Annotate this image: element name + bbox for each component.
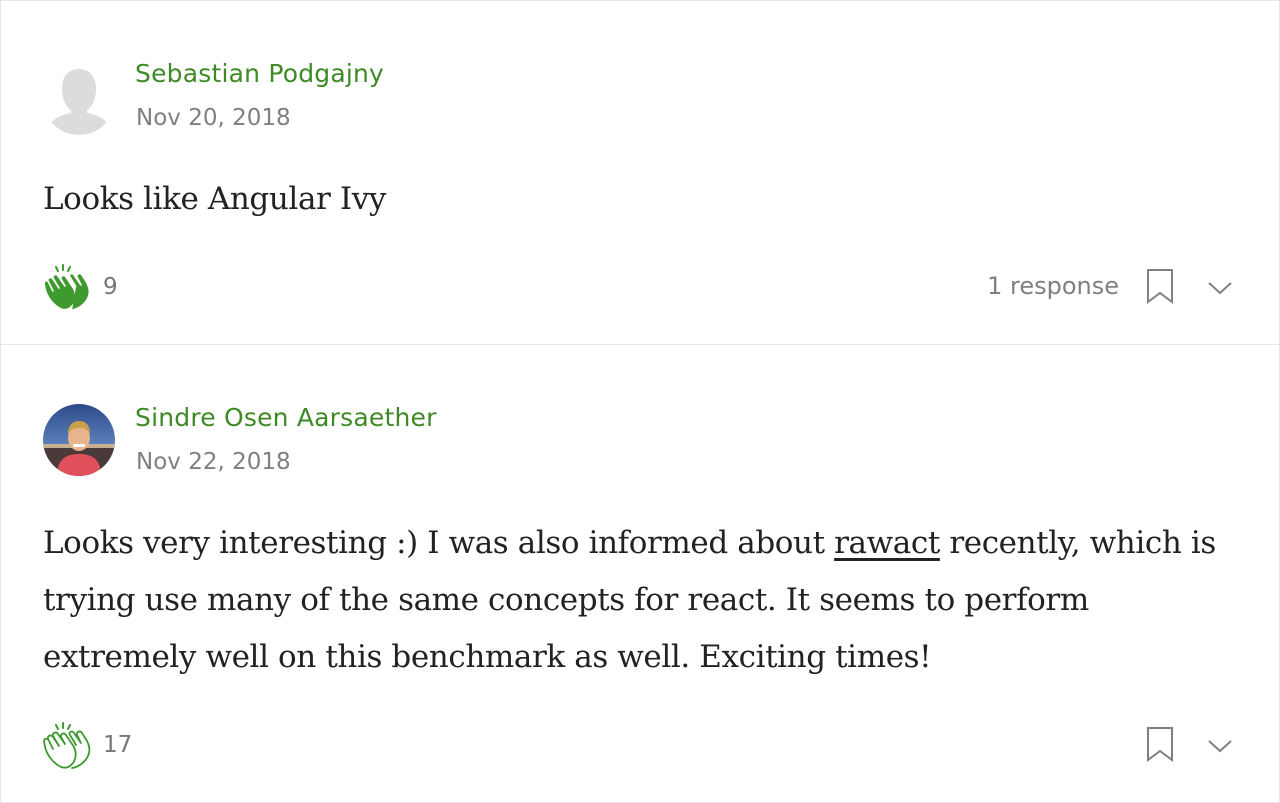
avatar[interactable]	[43, 404, 115, 476]
bookmark-icon[interactable]	[1145, 267, 1175, 305]
user-photo	[43, 404, 115, 476]
response-body: Looks like Angular Ivy	[43, 181, 386, 217]
chevron-down-icon[interactable]	[1205, 273, 1235, 303]
response-date[interactable]: Nov 22, 2018	[136, 449, 291, 475]
clap-outline-icon[interactable]	[41, 717, 95, 771]
responses-list: Sebastian Podgajny Nov 20, 2018 Looks li…	[0, 0, 1280, 803]
clap-count: 17	[103, 732, 133, 758]
rawact-link[interactable]: rawact	[834, 525, 940, 561]
bookmark-icon[interactable]	[1145, 725, 1175, 763]
author-name[interactable]: Sindre Osen Aarsaether	[135, 403, 437, 432]
default-user-icon	[43, 63, 115, 135]
response-count-link[interactable]: 1 response	[987, 272, 1119, 300]
clap-count: 9	[103, 274, 118, 300]
clap-filled-icon[interactable]	[41, 259, 95, 313]
response-date[interactable]: Nov 20, 2018	[136, 105, 291, 131]
author-name[interactable]: Sebastian Podgajny	[135, 59, 384, 88]
body-text-start: Looks very interesting :) I was also inf…	[43, 525, 835, 561]
response-card: Sebastian Podgajny Nov 20, 2018 Looks li…	[1, 1, 1279, 345]
chevron-down-icon[interactable]	[1205, 731, 1235, 761]
avatar[interactable]	[43, 63, 115, 135]
response-card: Sindre Osen Aarsaether Nov 22, 2018 Look…	[1, 345, 1279, 802]
response-body: Looks very interesting :) I was also inf…	[43, 515, 1243, 686]
